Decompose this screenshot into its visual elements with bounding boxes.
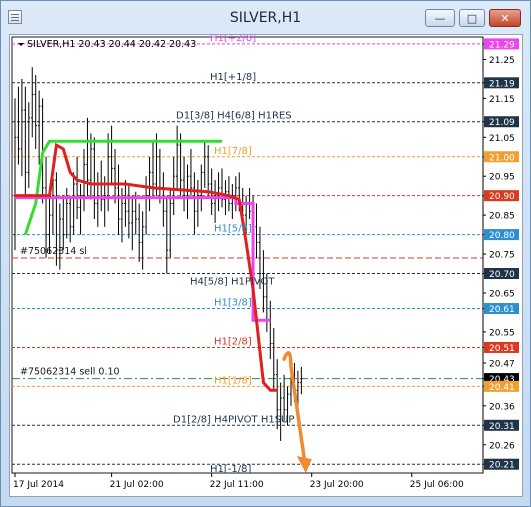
price-chart[interactable]: RoboForexПАРТНЁРСТВО РОБОТОВ — ЛУЧШИЙ ПР… <box>10 33 522 496</box>
murray-level-label: H1[+2/8] <box>210 35 256 44</box>
price-tick-label: 20.61 <box>489 305 515 315</box>
price-tick-label: 20.95 <box>489 173 515 183</box>
price-tick-label: 21.15 <box>489 95 515 105</box>
price-tick-label: 20.41 <box>489 383 515 393</box>
time-tick-label: 22 Jul 11:00 <box>210 480 264 490</box>
price-tick-label: 21.25 <box>489 56 515 66</box>
close-button[interactable]: ✕ <box>489 9 521 27</box>
price-tick-label: 21.29 <box>489 40 515 50</box>
murray-level-label: H1[+1/8] <box>210 72 256 83</box>
ohlc-header-text: SILVER,H1 20.43 20.44 20.42 20.43 <box>27 39 196 50</box>
murray-level-label: H1[1/8] <box>214 375 252 386</box>
price-tick-label: 20.90 <box>489 192 515 202</box>
price-tick-label: 20.36 <box>489 402 515 412</box>
murray-level-label: D1[2/8] H4PIVOT H1SUP <box>173 414 294 425</box>
minimize-icon: — <box>434 11 446 25</box>
price-tick-label: 21.00 <box>489 153 515 163</box>
murray-level-label: H1[2/8] <box>214 336 252 347</box>
price-tick-label: 20.70 <box>489 270 515 280</box>
price-tick-label: 21.19 <box>489 79 515 89</box>
ohlc-header: SILVER,H1 20.43 20.44 20.42 20.43 <box>18 39 196 50</box>
price-tick-label: 21.09 <box>489 118 515 128</box>
price-tick-label: 20.55 <box>489 328 515 338</box>
title-bar[interactable]: SILVER,H1 — □ ✕ <box>1 1 530 35</box>
time-tick-label: 21 Jul 02:00 <box>110 480 164 490</box>
murray-level-label: H1[-1/8] <box>210 464 251 475</box>
price-tick-label: 20.31 <box>489 422 515 432</box>
murray-level-label: H4[5/8] H1PIVOT <box>190 277 275 288</box>
time-tick-label: 17 Jul 2014 <box>13 480 64 490</box>
restore-button[interactable]: □ <box>459 9 485 27</box>
minimize-button[interactable]: — <box>425 9 455 27</box>
price-tick-label: 20.75 <box>489 251 515 261</box>
chart-frame[interactable]: RoboForexПАРТНЁРСТВО РОБОТОВ — ЛУЧШИЙ ПР… <box>9 33 523 497</box>
price-tick-label: 20.47 <box>489 360 515 370</box>
price-axis[interactable]: 21.29 21.25 21.19 21.15 21.09 21.05 21.00 20.95… <box>482 37 519 473</box>
price-tick-label: 20.51 <box>489 344 515 354</box>
time-tick-label: 23 Jul 20:00 <box>310 480 364 490</box>
time-axis[interactable]: 17 Jul 2014 21 Jul 02:00 22 Jul 11:00 23 Ju… <box>13 473 464 490</box>
price-tick-label: 20.85 <box>489 212 515 222</box>
close-icon: ✕ <box>500 11 510 25</box>
murray-level-label: H1[3/8] <box>214 298 252 309</box>
murray-level-label: H1[7/8] <box>214 146 252 157</box>
price-tick-label: 20.21 <box>489 461 515 471</box>
order-label: #75062314 sell 0.10 <box>20 367 120 378</box>
price-tick-label: 21.05 <box>489 134 515 144</box>
murray-level-label: D1[3/8] H4[6/8] H1RES <box>176 111 292 122</box>
order-label: #75062314 sl <box>20 246 87 257</box>
murray-level-label: H1[5/8] <box>214 224 252 235</box>
price-tick-label: 20.26 <box>489 441 515 451</box>
time-tick-label: 25 Jul 06:00 <box>410 480 464 490</box>
chart-window: SILVER,H1 — □ ✕ RoboForexПАРТНЁРСТВО РОБ… <box>0 0 531 507</box>
restore-icon: □ <box>466 11 478 25</box>
price-tick-label: 20.65 <box>489 289 515 299</box>
price-tick-label: 20.80 <box>489 231 515 241</box>
